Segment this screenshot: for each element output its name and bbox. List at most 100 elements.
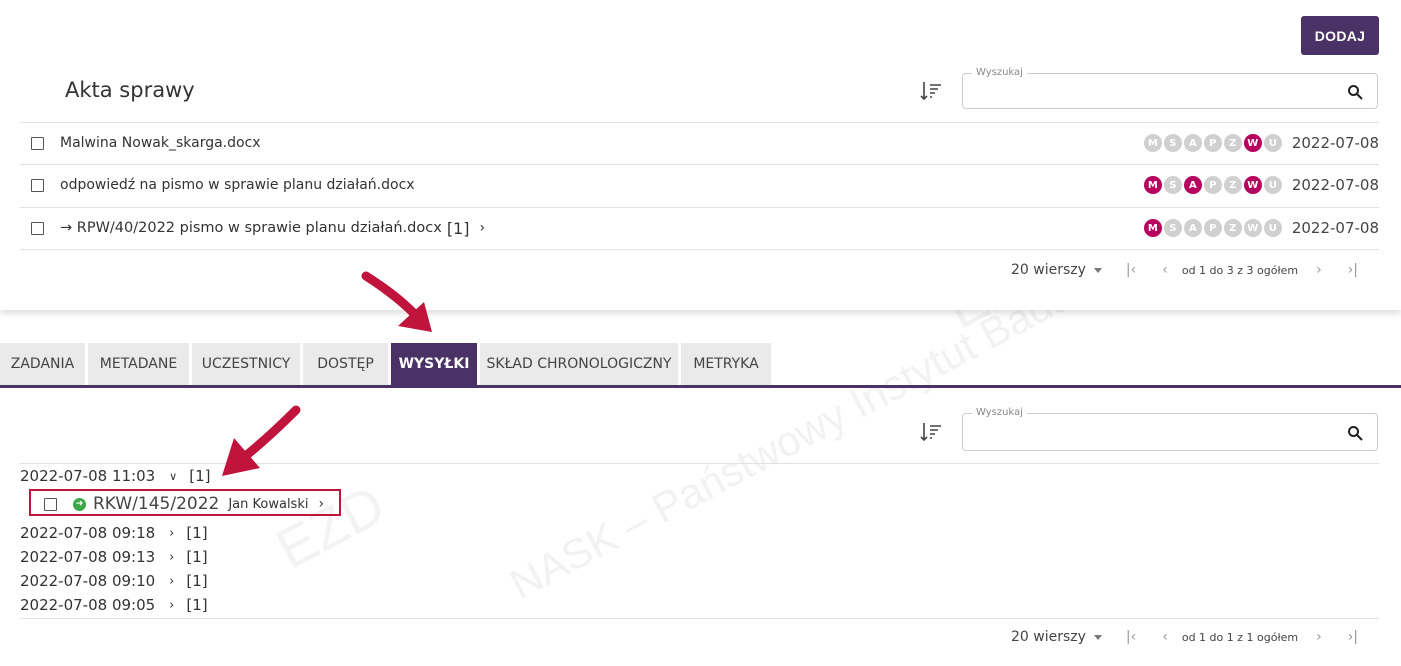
tab-zadania[interactable]: ZADANIA	[0, 343, 85, 385]
last-page-icon[interactable]: ›|	[1348, 262, 1358, 278]
rows-per-page-select[interactable]: 20 wierszy	[1011, 262, 1102, 278]
rows-per-page-select[interactable]: 20 wierszy	[1011, 629, 1102, 645]
file-row[interactable]: Malwina Nowak_skarga.docx MSAPZWU 2022-0…	[20, 122, 1379, 164]
group-datetime: 2022-07-08 11:03	[20, 467, 156, 485]
status-badge: W	[1243, 134, 1262, 152]
status-badge: U	[1263, 134, 1282, 152]
attachment-count: [1]	[446, 218, 470, 238]
search-input[interactable]: Wyszukaj	[962, 67, 1378, 109]
shipment-group[interactable]: 2022-07-08 09:10 › [1]	[20, 571, 208, 591]
group-count: [1]	[186, 524, 208, 542]
status-badges: MSAPZWU	[1143, 176, 1282, 194]
chevron-right-icon[interactable]: ›	[169, 574, 174, 589]
status-badge: P	[1203, 176, 1222, 194]
shipment-group[interactable]: 2022-07-08 11:03 ∨ [1]	[20, 466, 210, 486]
sort-icon[interactable]	[920, 421, 942, 443]
row-checkbox[interactable]	[31, 178, 44, 192]
group-datetime: 2022-07-08 09:10	[20, 572, 156, 590]
tab-sklad-chronologiczny[interactable]: SKŁAD CHRONOLOGICZNY	[480, 343, 678, 385]
last-page-icon[interactable]: ›|	[1348, 629, 1358, 645]
status-badge: Z	[1223, 219, 1242, 237]
row-checkbox[interactable]	[31, 136, 44, 150]
status-badge: W	[1243, 219, 1262, 237]
pagination: 20 wierszy |‹ ‹ od 1 do 3 z 3 ogółem › ›…	[1011, 260, 1358, 280]
group-count: [1]	[186, 548, 208, 566]
file-name[interactable]: Malwina Nowak_skarga.docx	[60, 135, 261, 151]
shipment-item[interactable]: ➜ RKW/145/2022 Jan Kowalski ›	[44, 491, 324, 517]
chevron-right-icon[interactable]: ›	[169, 526, 174, 541]
search-icon[interactable]	[1347, 84, 1363, 100]
tab-metryka[interactable]: METRYKA	[681, 343, 771, 385]
row-checkbox[interactable]	[31, 221, 44, 235]
annotation-arrow	[361, 271, 432, 332]
status-badge: U	[1263, 219, 1282, 237]
pagination: 20 wierszy |‹ ‹ od 1 do 1 z 1 ogółem › ›…	[1011, 627, 1358, 647]
status-badge: S	[1163, 219, 1182, 237]
status-badge: Z	[1223, 134, 1242, 152]
dropdown-caret-icon	[1093, 634, 1102, 640]
chevron-down-icon[interactable]: ∨	[169, 470, 177, 483]
group-count: [1]	[186, 572, 208, 590]
shipment-group[interactable]: 2022-07-08 09:18 › [1]	[20, 523, 208, 543]
shipment-recipient: Jan Kowalski	[228, 496, 309, 512]
first-page-icon[interactable]: |‹	[1126, 629, 1136, 645]
status-badge: W	[1243, 176, 1262, 194]
shipment-number[interactable]: RKW/145/2022	[93, 494, 219, 514]
status-badges: MSAPZWU	[1143, 219, 1282, 237]
group-count: [1]	[186, 596, 208, 614]
group-datetime: 2022-07-08 09:05	[20, 596, 156, 614]
status-badge: P	[1203, 219, 1222, 237]
status-badges: MSAPZWU	[1143, 134, 1282, 152]
tab-metadane[interactable]: METADANE	[88, 343, 189, 385]
row-checkbox[interactable]	[44, 497, 57, 511]
dropdown-caret-icon	[1093, 267, 1102, 273]
group-datetime: 2022-07-08 09:13	[20, 548, 156, 566]
add-button[interactable]: DODAJ	[1301, 16, 1379, 55]
file-row[interactable]: odpowiedź na pismo w sprawie planu dział…	[20, 164, 1379, 206]
tab-dostep[interactable]: DOSTĘP	[303, 343, 388, 385]
file-name[interactable]: odpowiedź na pismo w sprawie planu dział…	[60, 177, 415, 193]
shipment-group[interactable]: 2022-07-08 09:05 › [1]	[20, 595, 208, 615]
file-date: 2022-07-08	[1291, 176, 1379, 194]
page-range: od 1 do 3 z 3 ogółem	[1181, 263, 1299, 277]
chevron-right-icon[interactable]: ›	[318, 496, 324, 512]
file-date: 2022-07-08	[1291, 134, 1379, 152]
status-badge: Z	[1223, 176, 1242, 194]
file-row[interactable]: → RPW/40/2022 pismo w sprawie planu dzia…	[20, 207, 1379, 249]
next-page-icon[interactable]: ›	[1316, 629, 1322, 645]
status-badge: M	[1143, 176, 1162, 194]
search-label: Wyszukaj	[972, 67, 1027, 78]
page-range: od 1 do 1 z 1 ogółem	[1181, 630, 1299, 644]
search-icon[interactable]	[1347, 425, 1363, 441]
file-date: 2022-07-08	[1291, 219, 1379, 237]
tab-bar: ZADANIA METADANE UCZESTNICY DOSTĘP WYSYŁ…	[0, 343, 774, 385]
search-input[interactable]: Wyszukaj	[962, 407, 1378, 451]
status-badge: A	[1183, 134, 1202, 152]
tab-underline	[0, 385, 1401, 388]
group-datetime: 2022-07-08 09:18	[20, 524, 156, 542]
prev-page-icon[interactable]: ‹	[1162, 629, 1168, 645]
next-page-icon[interactable]: ›	[1316, 262, 1322, 278]
status-badge: S	[1163, 134, 1182, 152]
chevron-right-icon[interactable]: ›	[169, 598, 174, 613]
status-badge: U	[1263, 176, 1282, 194]
chevron-right-icon[interactable]: ›	[169, 550, 174, 565]
status-badge: A	[1183, 219, 1202, 237]
tab-wysylki[interactable]: WYSYŁKI	[391, 343, 477, 385]
search-label: Wyszukaj	[972, 407, 1027, 418]
sent-status-icon: ➜	[73, 497, 86, 511]
page-title: Akta sprawy	[65, 78, 195, 102]
file-name[interactable]: → RPW/40/2022 pismo w sprawie planu dzia…	[60, 220, 442, 236]
divider	[20, 618, 1379, 619]
sort-icon[interactable]	[920, 80, 942, 102]
status-badge: M	[1143, 134, 1162, 152]
chevron-right-icon[interactable]: ›	[479, 220, 485, 236]
first-page-icon[interactable]: |‹	[1126, 262, 1136, 278]
shipment-group[interactable]: 2022-07-08 09:13 › [1]	[20, 547, 208, 567]
annotation-arrow	[222, 405, 301, 476]
divider	[20, 249, 1379, 250]
status-badge: A	[1183, 176, 1202, 194]
status-badge: P	[1203, 134, 1222, 152]
tab-uczestnicy[interactable]: UCZESTNICY	[192, 343, 300, 385]
prev-page-icon[interactable]: ‹	[1162, 262, 1168, 278]
